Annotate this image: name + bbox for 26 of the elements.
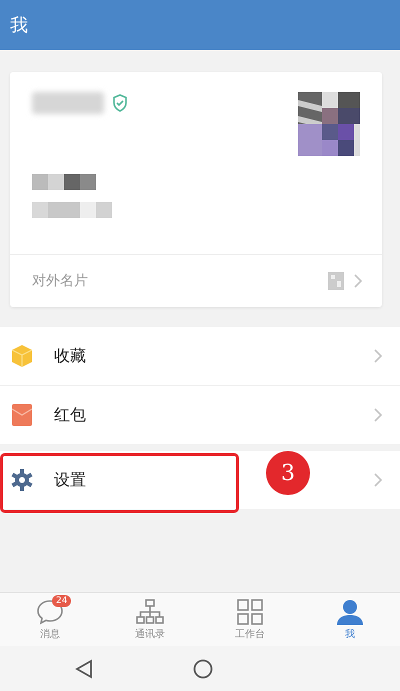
- tab[interactable]: 消息 24: [0, 593, 100, 646]
- row-label: 对外名片: [32, 272, 88, 290]
- chevron-icon: [374, 473, 382, 487]
- menu-item[interactable]: 设置 3: [0, 451, 400, 509]
- back-icon[interactable]: [75, 658, 93, 678]
- menu-item[interactable]: 收藏: [0, 327, 400, 385]
- qr-code-icon: [328, 272, 344, 290]
- tab[interactable]: 工作台: [200, 593, 300, 646]
- grid-icon: [237, 598, 263, 624]
- chevron-icon: [354, 274, 362, 288]
- person-icon: [336, 598, 364, 624]
- pixelated-text: [32, 174, 96, 190]
- blurred-name: [32, 92, 104, 114]
- cube-icon: [10, 344, 34, 368]
- chevron-icon: [374, 349, 382, 363]
- unread-badge: 24: [52, 595, 72, 607]
- step-number: 3: [266, 451, 310, 495]
- tab[interactable]: 我: [300, 593, 400, 646]
- org-chart-icon: [136, 598, 164, 624]
- menu-item[interactable]: 红包: [0, 385, 400, 444]
- page-title: 我: [10, 14, 28, 37]
- envelope-icon: [11, 403, 33, 427]
- tab[interactable]: 通讯录: [100, 593, 200, 646]
- home-icon[interactable]: [193, 658, 213, 678]
- chevron-icon: [374, 408, 382, 422]
- settings-icon: [11, 469, 33, 491]
